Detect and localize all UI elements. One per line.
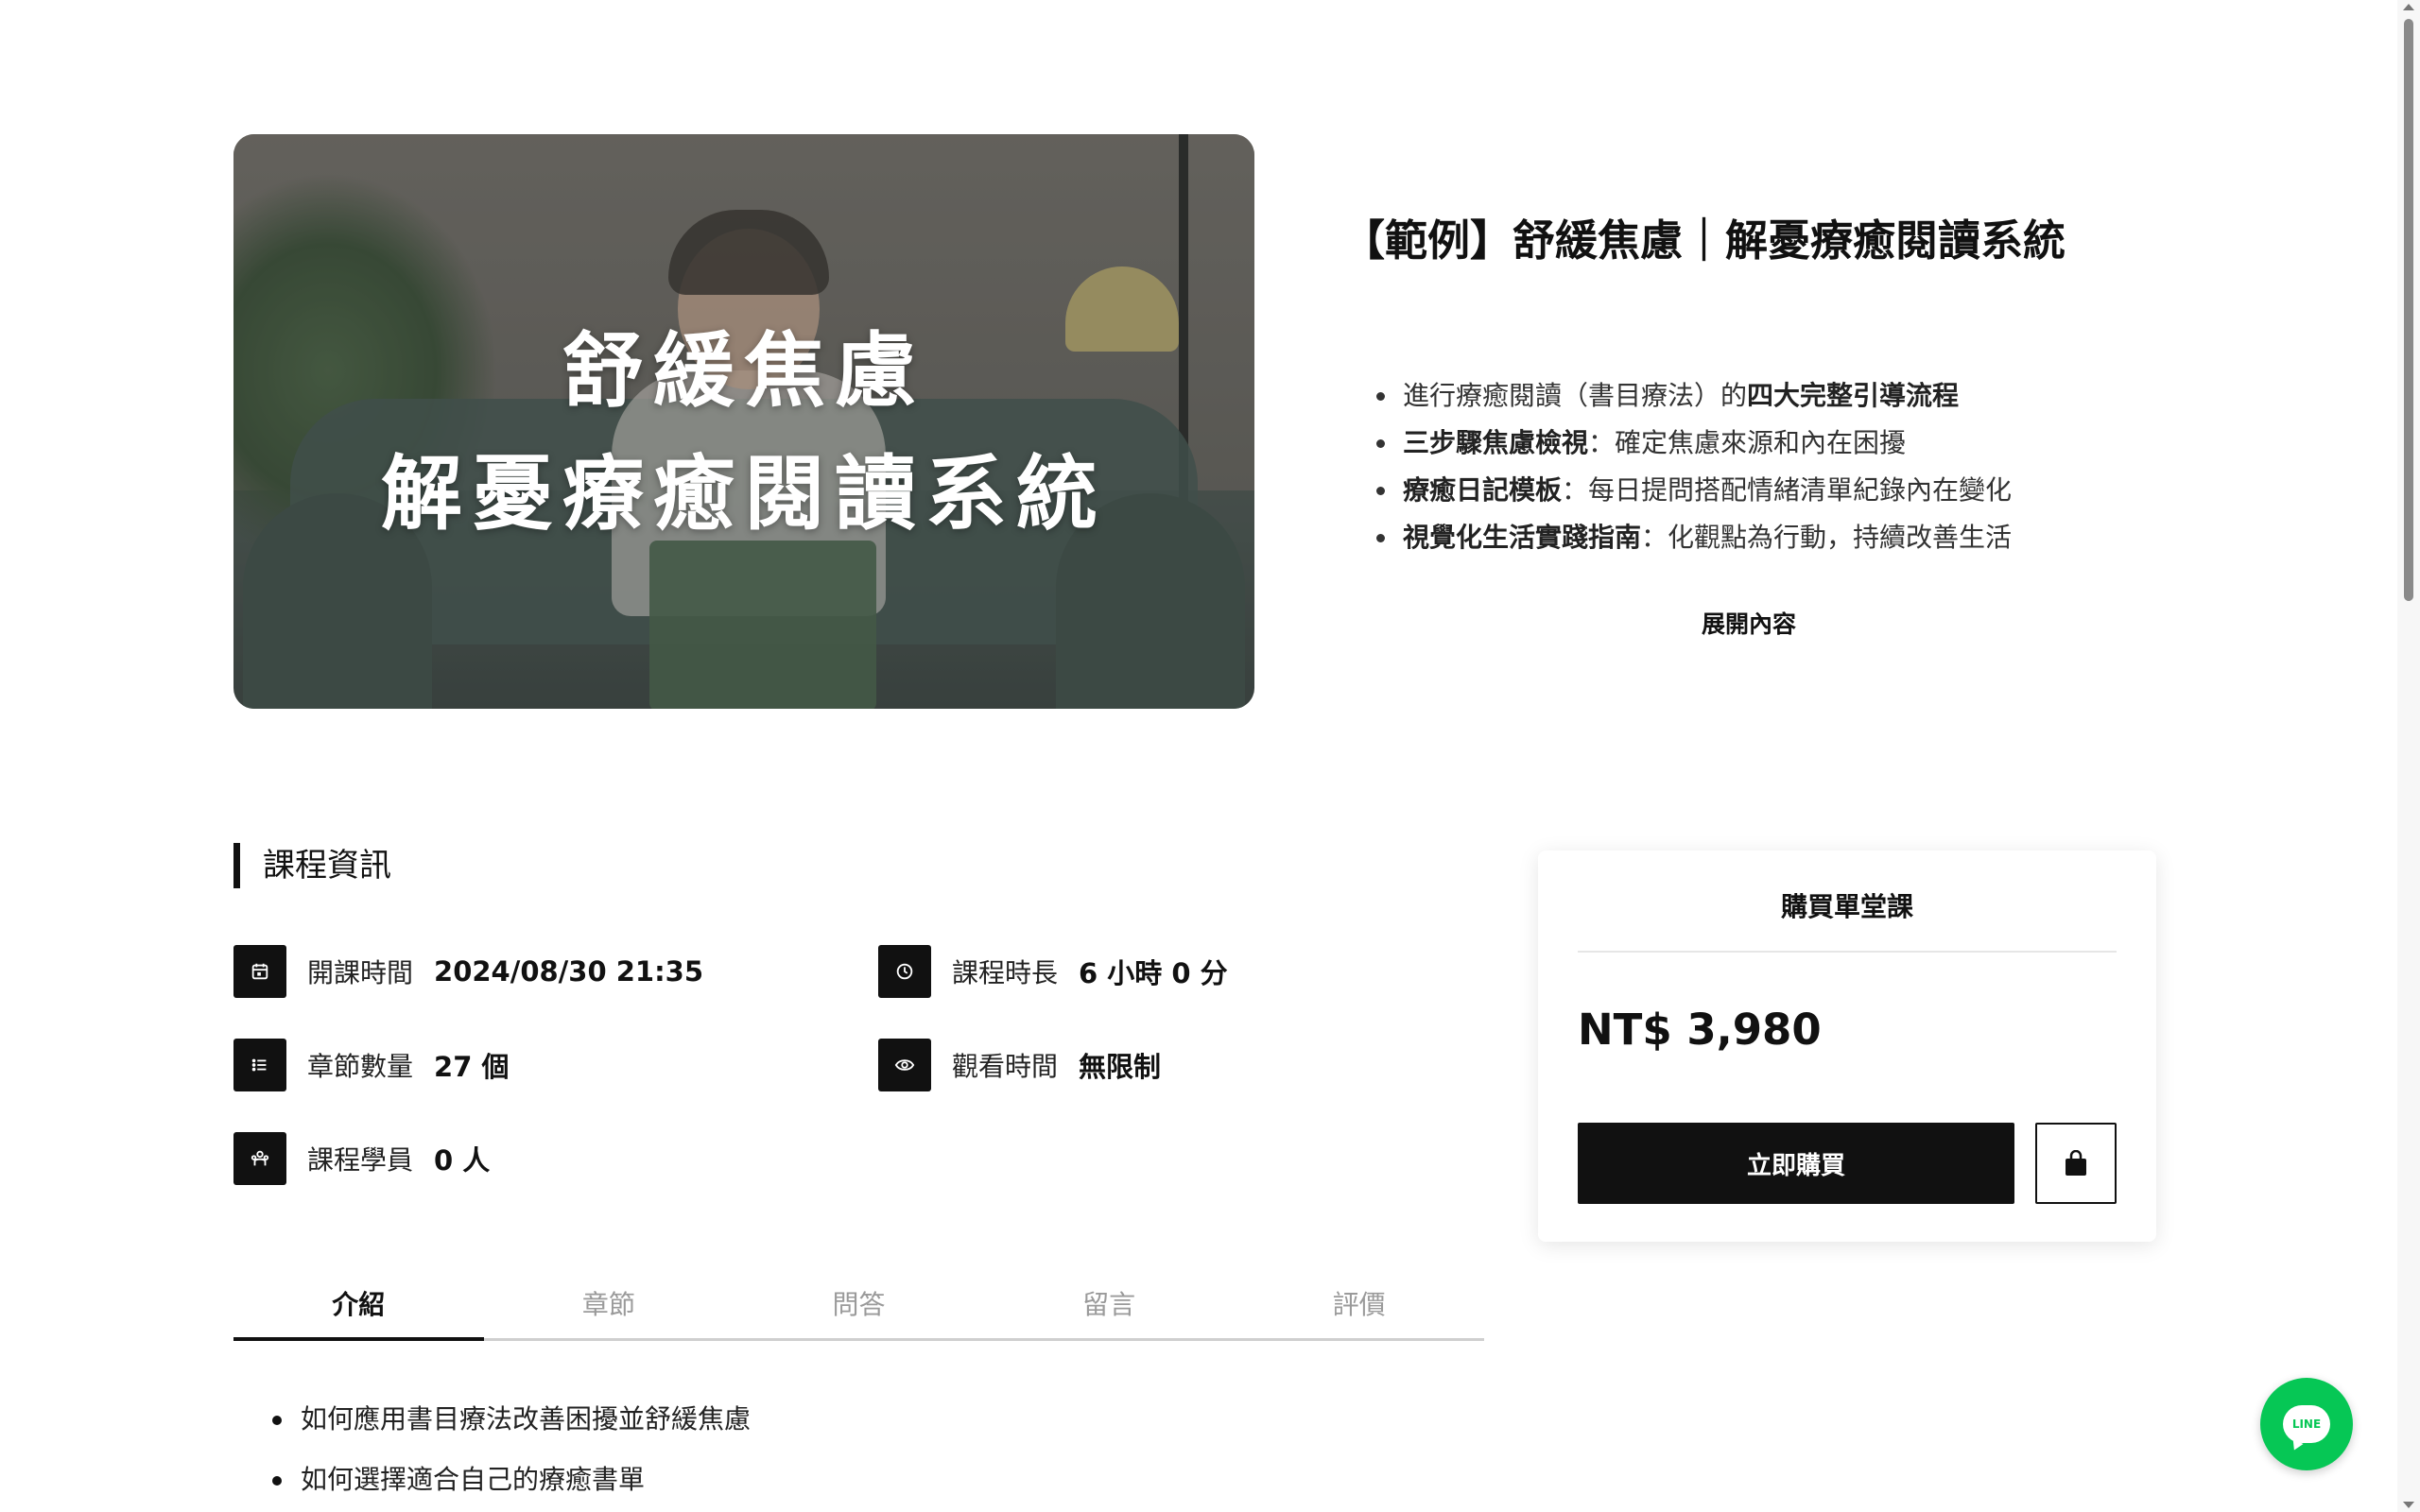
summary-item: 三步驟焦慮檢視：確定焦慮來源和內在困擾 bbox=[1371, 420, 2012, 467]
course-title: 【範例】舒緩焦慮｜解憂療癒閱讀系統 bbox=[1342, 215, 2066, 266]
line-icon: LINE bbox=[2283, 1405, 2330, 1443]
tab-comments[interactable]: 留言 bbox=[984, 1279, 1235, 1338]
tab-qa[interactable]: 問答 bbox=[734, 1279, 984, 1338]
list-item: 如何選擇適合自己的療癒書單 bbox=[272, 1450, 751, 1510]
info-value: 2024/08/30 21:35 bbox=[434, 955, 704, 988]
info-label: 課程學員 bbox=[307, 1144, 414, 1176]
info-label: 開課時間 bbox=[307, 957, 414, 988]
scroll-up-icon[interactable] bbox=[2403, 4, 2414, 10]
course-price: NT$ 3,980 bbox=[1578, 1005, 1822, 1055]
summary-item: 療癒日記模板：每日提問搭配情緒清單紀錄內在變化 bbox=[1371, 467, 2012, 514]
tab-reviews[interactable]: 評價 bbox=[1234, 1279, 1484, 1338]
course-cover-image: 舒緩焦慮 解憂療癒閱讀系統 bbox=[233, 134, 1254, 709]
card-divider bbox=[1578, 951, 2117, 953]
info-students: 課程學員 0 人 bbox=[233, 1132, 490, 1185]
cover-title-line2: 解憂療癒閱讀系統 bbox=[381, 446, 1107, 541]
info-watch-time: 觀看時間 無限制 bbox=[878, 1039, 1161, 1091]
info-value: 6 小時 0 分 bbox=[1079, 957, 1228, 989]
course-info-heading: 課程資訊 bbox=[233, 843, 391, 888]
info-label: 觀看時間 bbox=[952, 1051, 1059, 1082]
clock-icon bbox=[878, 945, 931, 998]
tab-intro[interactable]: 介紹 bbox=[233, 1279, 484, 1341]
eye-icon bbox=[878, 1039, 931, 1091]
line-chat-button[interactable]: LINE bbox=[2260, 1378, 2353, 1470]
list-item: 如何應用書目療法改善困擾並舒緩焦慮 bbox=[272, 1389, 751, 1450]
shopping-bag-icon bbox=[2066, 1150, 2086, 1176]
tab-chapters[interactable]: 章節 bbox=[484, 1279, 735, 1338]
summary-item: 視覺化生活實踐指南：化觀點為行動，持續改善生活 bbox=[1371, 514, 2012, 561]
info-label: 章節數量 bbox=[307, 1051, 414, 1082]
scroll-thumb[interactable] bbox=[2404, 19, 2413, 601]
cover-title-line1: 舒緩焦慮 bbox=[562, 323, 925, 419]
purchase-card-title: 購買單堂課 bbox=[1780, 891, 1913, 922]
page-scrollbar[interactable] bbox=[2397, 0, 2420, 1512]
expand-content-button[interactable]: 展開內容 bbox=[1702, 606, 1796, 640]
purchase-card: 購買單堂課 NT$ 3,980 立即購買 bbox=[1538, 850, 2156, 1242]
scroll-down-icon[interactable] bbox=[2403, 1502, 2414, 1508]
info-duration: 課程時長 6 小時 0 分 bbox=[878, 945, 1228, 998]
info-value: 27 個 bbox=[434, 1051, 510, 1083]
course-summary-list: 進行療癒閱讀（書目療法）的四大完整引導流程 三步驟焦慮檢視：確定焦慮來源和內在困… bbox=[1371, 372, 2012, 561]
course-tabs: 介紹 章節 問答 留言 評價 bbox=[233, 1279, 1484, 1341]
users-icon bbox=[233, 1132, 286, 1185]
info-start-time: 開課時間 2024/08/30 21:35 bbox=[233, 945, 703, 998]
summary-item: 進行療癒閱讀（書目療法）的四大完整引導流程 bbox=[1371, 372, 2012, 420]
info-label: 課程時長 bbox=[952, 957, 1059, 988]
info-chapters: 章節數量 27 個 bbox=[233, 1039, 509, 1091]
buy-now-button[interactable]: 立即購買 bbox=[1578, 1123, 2014, 1204]
intro-list: 如何應用書目療法改善困擾並舒緩焦慮 如何選擇適合自己的療癒書單 bbox=[272, 1389, 751, 1510]
calendar-icon bbox=[233, 945, 286, 998]
add-to-cart-button[interactable] bbox=[2035, 1123, 2117, 1204]
info-value: 0 人 bbox=[434, 1144, 491, 1177]
list-icon bbox=[233, 1039, 286, 1091]
info-value: 無限制 bbox=[1079, 1051, 1162, 1083]
